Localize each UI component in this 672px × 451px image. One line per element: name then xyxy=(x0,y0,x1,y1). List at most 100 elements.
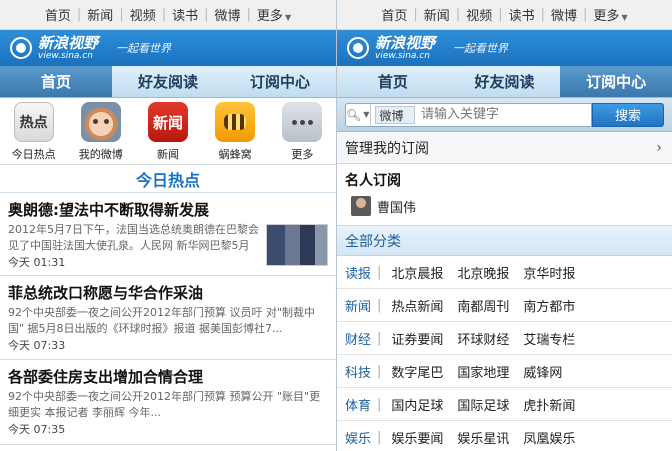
category-row-entertainment: 娱乐 | 娱乐要闻 娱乐星讯 凤凰娱乐 xyxy=(337,421,672,451)
category-link[interactable]: 娱乐要闻 xyxy=(391,428,443,447)
all-categories-header: 全部分类 xyxy=(337,226,672,256)
search-box: 🔍︎▼ 微博用户 xyxy=(345,102,592,127)
tab-subscription-center[interactable]: 订阅中心 xyxy=(224,66,336,97)
category-name[interactable]: 新闻 xyxy=(345,296,375,315)
category-link[interactable]: 国内足球 xyxy=(391,395,443,414)
tab-home[interactable]: 首页 xyxy=(0,66,112,97)
news-item[interactable]: 菲总统改口称愿与华合作采油 92个中央部委一夜之间公开2012年部门预算 议员吁… xyxy=(0,276,336,360)
brand-slogan: 一起看世界 xyxy=(116,42,172,55)
brand-logo[interactable]: 新浪视野 view.sina.cn xyxy=(375,33,436,61)
news-summary: 2012年5月7日下午，法国当选总统奥朗德在巴黎会见了中国驻法国大使孔泉。人民网… xyxy=(8,223,259,252)
category-row-newspapers: 读报 | 北京晨报 北京晚报 京华时报 xyxy=(337,256,672,289)
nav-books[interactable]: 读书 xyxy=(503,5,541,24)
logo-main-text: 新浪视野 xyxy=(375,33,436,52)
category-link[interactable]: 南方都市 xyxy=(523,296,575,315)
news-time: 今天 07:33 xyxy=(8,339,66,352)
logo-main-text: 新浪视野 xyxy=(38,33,99,52)
top-nav: 首页 | 新闻 | 视频 | 读书 | 微博 | 更多 ▼ xyxy=(0,0,336,30)
search-input[interactable] xyxy=(415,107,591,122)
nav-news[interactable]: 新闻 xyxy=(418,5,456,24)
hot-icon: 热点 xyxy=(13,102,54,142)
category-link[interactable]: 北京晚报 xyxy=(457,263,509,282)
search-button[interactable]: 搜索 xyxy=(592,102,664,127)
nav-video[interactable]: 视频 xyxy=(124,5,162,24)
app-label: 新闻 xyxy=(156,148,179,161)
tab-friends-reading[interactable]: 好友阅读 xyxy=(112,66,224,97)
category-name[interactable]: 娱乐 xyxy=(345,428,375,447)
category-link[interactable]: 南都周刊 xyxy=(457,296,509,315)
news-item[interactable]: 奥朗德:望法中不断取得新发展 2012年5月7日下午，法国当选总统奥朗德在巴黎会… xyxy=(0,193,336,276)
nav-more[interactable]: 更多 ▼ xyxy=(251,5,297,24)
nav-more-label: 更多 xyxy=(256,9,283,24)
nav-books[interactable]: 读书 xyxy=(166,5,204,24)
category-link[interactable]: 虎扑新闻 xyxy=(523,395,575,414)
category-name[interactable]: 体育 xyxy=(345,395,375,414)
manage-subscriptions-row[interactable]: 管理我的订阅 › xyxy=(337,132,672,164)
search-scope-tag[interactable]: 微博用户 xyxy=(374,105,415,124)
brand-logo[interactable]: 新浪视野 view.sina.cn xyxy=(38,33,99,61)
category-link[interactable]: 北京晨报 xyxy=(391,263,443,282)
category-link[interactable]: 环球财经 xyxy=(457,329,509,348)
category-link[interactable]: 证券要闻 xyxy=(391,329,443,348)
tab-subscription-center[interactable]: 订阅中心 xyxy=(560,66,672,97)
category-link[interactable]: 威锋网 xyxy=(523,362,562,381)
category-name[interactable]: 科技 xyxy=(345,362,375,381)
app-bee-hive[interactable]: 蜗蜂窝 xyxy=(204,102,266,162)
left-pane: 首页 | 新闻 | 视频 | 读书 | 微博 | 更多 ▼ 新浪视野 view.sina.c… xyxy=(0,0,336,451)
nav-weibo[interactable]: 微博 xyxy=(545,5,583,24)
news-headline[interactable]: 菲总统改口称愿与华合作采油 xyxy=(8,283,328,303)
category-link[interactable]: 京华时报 xyxy=(523,263,575,282)
category-link[interactable]: 国家地理 xyxy=(457,362,509,381)
category-name[interactable]: 读报 xyxy=(345,263,375,282)
nav-home[interactable]: 首页 xyxy=(375,5,413,24)
more-dots-icon xyxy=(282,102,323,142)
tab-home[interactable]: 首页 xyxy=(337,66,449,97)
nav-video[interactable]: 视频 xyxy=(460,5,498,24)
celebrity-subscriptions: 名人订阅 曹国伟 xyxy=(337,164,672,226)
nav-news[interactable]: 新闻 xyxy=(81,5,119,24)
celebrity-item[interactable]: 曹国伟 xyxy=(345,196,664,216)
section-title-today-hot: 今日热点 xyxy=(0,165,336,193)
category-link[interactable]: 娱乐星讯 xyxy=(457,428,509,447)
caret-down-icon: ▼ xyxy=(284,13,292,22)
logo-sub-text: view.sina.cn xyxy=(375,50,430,61)
category-link[interactable]: 热点新闻 xyxy=(391,296,443,315)
news-headline[interactable]: 各部委住房支出增加合情合理 xyxy=(8,367,328,387)
logo-sub-text: view.sina.cn xyxy=(38,50,93,61)
category-row-sports: 体育 | 国内足球 国际足球 虎扑新闻 xyxy=(337,388,672,421)
nav-weibo[interactable]: 微博 xyxy=(209,5,247,24)
category-separator: | xyxy=(377,396,382,412)
baby-avatar-icon xyxy=(80,102,121,142)
main-tabs: 首页 好友阅读 订阅中心 xyxy=(337,66,672,98)
news-headline[interactable]: 奥朗德:望法中不断取得新发展 xyxy=(8,200,328,220)
app-hot-topics[interactable]: 热点 今日热点 xyxy=(3,102,65,162)
news-thumbnail[interactable] xyxy=(266,224,328,266)
category-link[interactable]: 国际足球 xyxy=(457,395,509,414)
tab-friends-reading[interactable]: 好友阅读 xyxy=(449,66,561,97)
magnifier-icon: 🔍︎ xyxy=(346,107,362,122)
app-my-weibo[interactable]: 我的微博 xyxy=(70,102,132,162)
nav-home[interactable]: 首页 xyxy=(39,5,77,24)
app-more[interactable]: 更多 xyxy=(271,102,333,162)
category-separator: | xyxy=(377,297,382,313)
category-link[interactable]: 凤凰娱乐 xyxy=(523,428,575,447)
category-separator: | xyxy=(377,264,382,280)
category-separator: | xyxy=(377,330,382,346)
sina-eye-logo-icon[interactable] xyxy=(10,37,32,59)
category-link[interactable]: 艾瑞专栏 xyxy=(523,329,575,348)
sina-eye-logo-icon[interactable] xyxy=(347,37,369,59)
brand-bar: 新浪视野 view.sina.cn 一起看世界 xyxy=(337,30,672,66)
search-scope-dropdown[interactable]: 🔍︎ ▼ xyxy=(346,103,371,126)
celebrity-name: 曹国伟 xyxy=(377,200,417,216)
category-link[interactable]: 数字尾巴 xyxy=(391,362,443,381)
news-time: 今天 01:31 xyxy=(8,256,66,269)
nav-more[interactable]: 更多 ▼ xyxy=(587,5,633,24)
app-label: 今日热点 xyxy=(11,148,56,161)
avatar xyxy=(351,196,371,216)
category-name[interactable]: 财经 xyxy=(345,329,375,348)
news-item[interactable]: 各部委住房支出增加合情合理 92个中央部委一夜之间公开2012年部门预算 预算公… xyxy=(0,360,336,445)
app-label: 蜗蜂窝 xyxy=(218,148,252,161)
app-news[interactable]: 新闻 新闻 xyxy=(137,102,199,162)
bee-icon xyxy=(215,102,256,142)
brand-bar: 新浪视野 view.sina.cn 一起看世界 xyxy=(0,30,336,66)
